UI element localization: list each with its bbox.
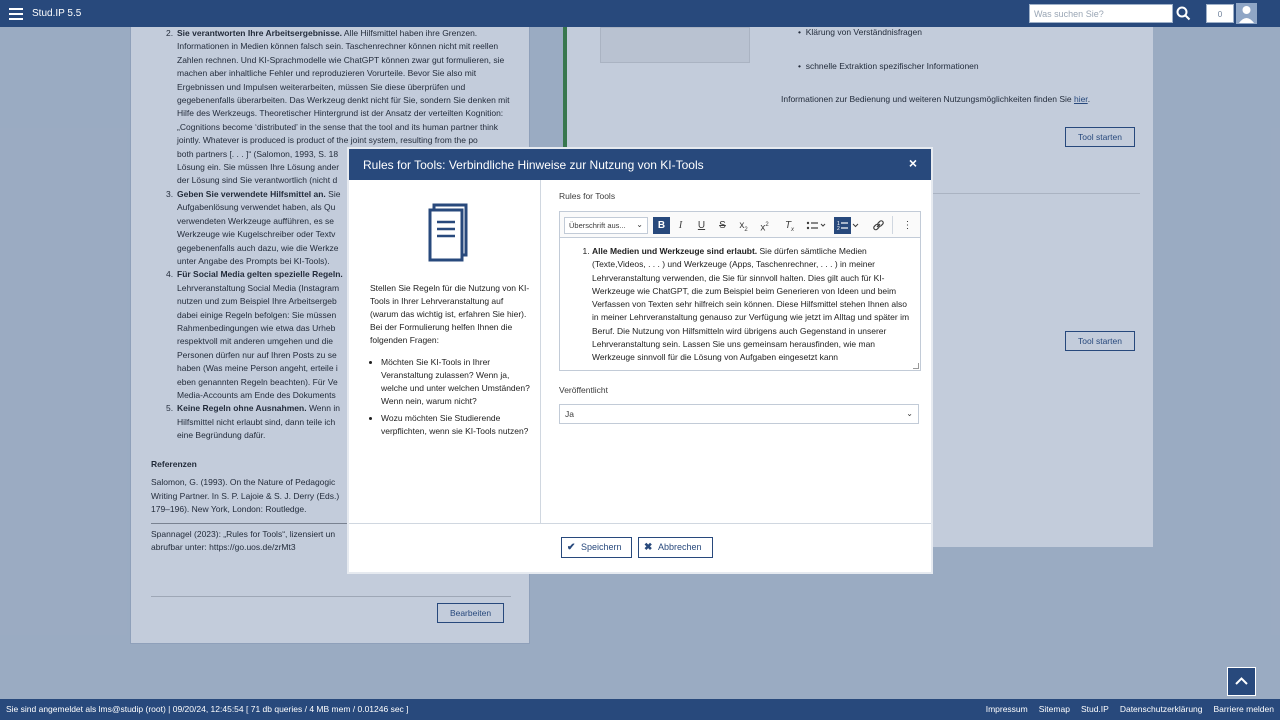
more-options-icon[interactable]: ⋮ <box>899 217 916 234</box>
clear-formatting-icon[interactable]: Tx <box>781 217 798 234</box>
intro-text: Stellen Sie Regeln für die Nutzung von K… <box>370 283 530 345</box>
editor-item-strong: Alle Medien und Werkzeuge sind erlaubt. <box>592 246 758 256</box>
published-select[interactable]: Ja ⌄ <box>559 404 919 424</box>
rules-for-tools-dialog: Rules for Tools: Verbindliche Hinweise z… <box>349 149 931 572</box>
editor-list-item: Alle Medien und Werkzeuge sind erlaubt. … <box>592 245 913 365</box>
cancel-button[interactable]: ✖ Abbrechen <box>638 537 713 558</box>
subscript-icon[interactable]: x2 <box>735 217 752 234</box>
scroll-to-top-button[interactable] <box>1227 667 1256 696</box>
footer-link-impressum[interactable]: Impressum <box>986 704 1028 714</box>
search-icon[interactable] <box>1175 5 1192 22</box>
italic-icon[interactable]: I <box>672 217 689 234</box>
question-item: Wozu möchten Sie Studierende verpflichte… <box>381 412 532 438</box>
dialog-intro: Stellen Sie Regeln für die Nutzung von K… <box>370 282 532 442</box>
top-navigation-bar: Stud.IP 5.5 Was suchen Sie? 0 <box>0 0 1280 27</box>
save-label: Speichern <box>581 542 622 552</box>
footer-link-report-barrier[interactable]: Barriere melden <box>1214 704 1274 714</box>
chevron-up-icon <box>1235 677 1248 685</box>
underline-icon[interactable]: U <box>693 217 710 234</box>
editor-label: Rules for Tools <box>559 191 616 201</box>
dialog-title: Rules for Tools: Verbindliche Hinweise z… <box>363 158 704 172</box>
numbered-list-icon[interactable]: 12 <box>834 217 851 234</box>
link-icon[interactable] <box>870 217 887 234</box>
footer-link-privacy[interactable]: Datenschutzerklärung <box>1120 704 1203 714</box>
chevron-down-icon[interactable] <box>851 217 860 234</box>
session-status: Sie sind angemeldet als lms@studip (root… <box>6 704 409 714</box>
cancel-label: Abbrechen <box>658 542 702 552</box>
user-avatar[interactable] <box>1236 3 1257 24</box>
svg-text:2: 2 <box>837 226 840 232</box>
superscript-icon[interactable]: x2 <box>756 217 773 234</box>
close-icon[interactable]: × <box>906 156 920 170</box>
close-icon: ✖ <box>644 542 653 553</box>
editor-list: Alle Medien und Werkzeuge sind erlaubt. … <box>574 245 913 365</box>
footer-link-studip[interactable]: Stud.IP <box>1081 704 1109 714</box>
footer-links: Impressum Sitemap Stud.IP Datenschutzerklär… <box>975 699 1274 720</box>
chevron-down-icon: ⌄ <box>636 220 643 229</box>
notification-counter[interactable]: 0 <box>1206 4 1234 23</box>
editor-toolbar: Überschrift aus... ⌄ B I U S x2 x2 Tx 12 <box>560 212 920 238</box>
save-button[interactable]: ✔ Speichern <box>561 537 632 558</box>
page-footer: Sie sind angemeldet als lms@studip (root… <box>0 699 1280 720</box>
editor-item-text: Sie dürfen sämtliche Medien (Texte,Video… <box>592 246 910 363</box>
strikethrough-icon[interactable]: S <box>714 217 731 234</box>
bulleted-list-icon[interactable] <box>804 217 828 234</box>
check-icon: ✔ <box>567 542 576 553</box>
heading-select-value: Überschrift aus... <box>569 221 626 230</box>
hamburger-menu-icon[interactable] <box>9 6 23 20</box>
book-icon <box>425 202 473 262</box>
question-item: Möchten Sie KI-Tools in Ihrer Veranstalt… <box>381 356 532 408</box>
toolbar-divider <box>892 216 893 234</box>
chevron-down-icon: ⌄ <box>906 409 913 418</box>
app-brand[interactable]: Stud.IP 5.5 <box>32 8 81 19</box>
published-select-value: Ja <box>565 409 574 419</box>
footer-link-sitemap[interactable]: Sitemap <box>1039 704 1070 714</box>
published-label: Veröffentlicht <box>559 385 608 395</box>
dialog-intro-column: Stellen Sie Regeln für die Nutzung von K… <box>349 180 541 523</box>
dialog-header: Rules for Tools: Verbindliche Hinweise z… <box>349 149 931 180</box>
bold-icon[interactable]: B <box>653 217 670 234</box>
dialog-footer: ✔ Speichern ✖ Abbrechen <box>349 523 931 572</box>
editor-content[interactable]: Alle Medien und Werkzeuge sind erlaubt. … <box>560 238 920 370</box>
resize-handle[interactable] <box>913 363 919 369</box>
rich-text-editor[interactable]: Überschrift aus... ⌄ B I U S x2 x2 Tx 12 <box>559 211 921 371</box>
search-input[interactable]: Was suchen Sie? <box>1029 4 1173 23</box>
heading-select[interactable]: Überschrift aus... ⌄ <box>564 217 648 234</box>
question-list: Möchten Sie KI-Tools in Ihrer Veranstalt… <box>370 356 532 438</box>
